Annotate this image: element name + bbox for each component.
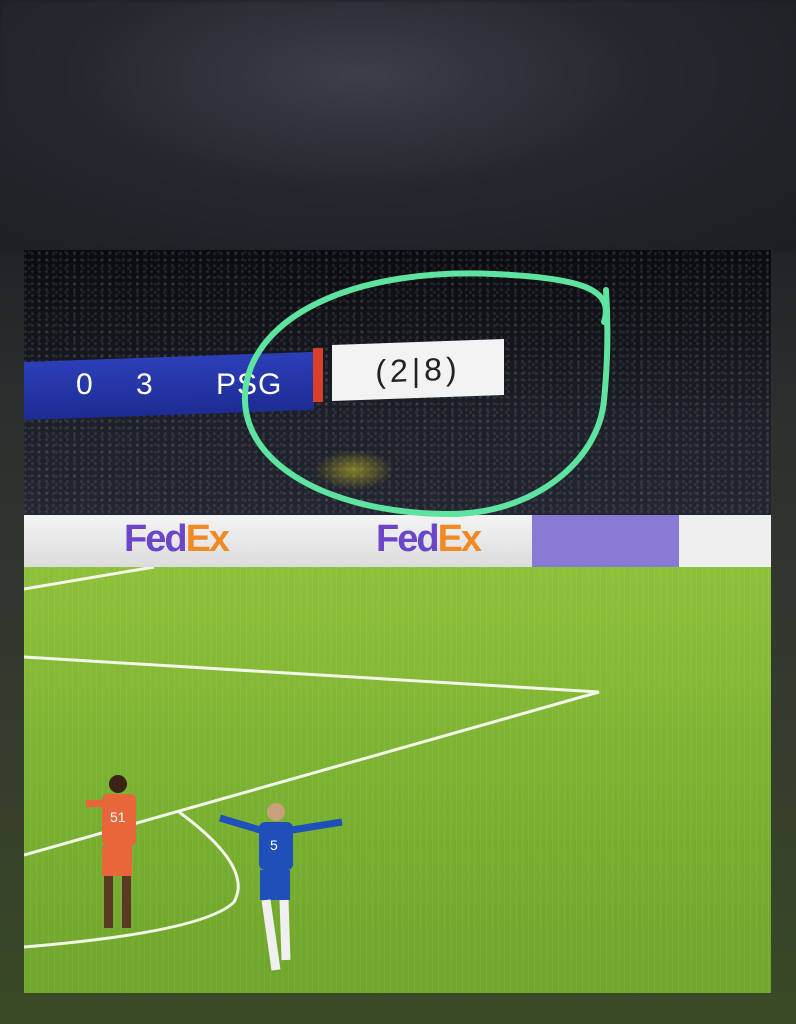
home-score: 0: [76, 368, 94, 401]
yellow-fans: [314, 450, 394, 490]
away-team-name: PSG: [216, 368, 283, 401]
away-score: 3: [136, 368, 154, 401]
aggregate-score: (2|8): [332, 338, 504, 402]
fedex-logo: FedEx: [124, 518, 230, 560]
advertising-panel-purple: [532, 515, 679, 567]
match-photo: 0 3 PSG (2|8) FedEx FedEx 51 5: [24, 250, 771, 993]
player-blue: 5: [218, 803, 343, 971]
player-orange: 51: [86, 775, 136, 928]
fedex-logo-2: FedEx: [376, 518, 482, 560]
touchline: [24, 567, 155, 591]
advertising-panel-white: [679, 515, 771, 567]
orange-player-number: 51: [110, 809, 126, 825]
team-color-stripe: [313, 347, 323, 403]
blue-player-number: 5: [270, 837, 278, 853]
blurred-background: [0, 0, 796, 250]
